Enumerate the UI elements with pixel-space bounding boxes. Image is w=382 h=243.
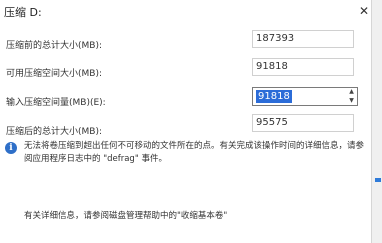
- input-label: 输入压缩空间量(MB)(E):: [6, 98, 106, 108]
- total-before-value: 187393: [256, 33, 295, 44]
- help-message: 有关详细信息，请参阅磁盘管理帮助中的"收缩基本卷": [24, 211, 228, 221]
- right-edge-panel: [371, 0, 382, 243]
- total-before-label: 压缩前的总计大小(MB):: [6, 41, 102, 51]
- info-message: 无法将卷压缩到超出任何不可移动的文件所在的点。有关完成该操作时间的详细信息，请参…: [24, 141, 365, 164]
- total-after-label: 压缩后的总计大小(MB):: [6, 127, 102, 137]
- total-after-value: 95575: [256, 117, 288, 128]
- accent-stripe: [375, 178, 381, 182]
- available-label: 可用压缩空间大小(MB):: [6, 69, 102, 79]
- dialog-title: 压缩 D:: [4, 6, 42, 19]
- shrink-amount-selection: 91818: [256, 90, 292, 103]
- available-value: 91818: [256, 61, 288, 72]
- shrink-amount-input[interactable]: 91818 ▲ ▼: [252, 87, 358, 106]
- spin-up-button[interactable]: ▲: [346, 87, 357, 96]
- spinner-control[interactable]: ▲ ▼: [346, 87, 357, 106]
- info-icon: i: [5, 142, 17, 154]
- spin-down-button[interactable]: ▼: [346, 96, 357, 105]
